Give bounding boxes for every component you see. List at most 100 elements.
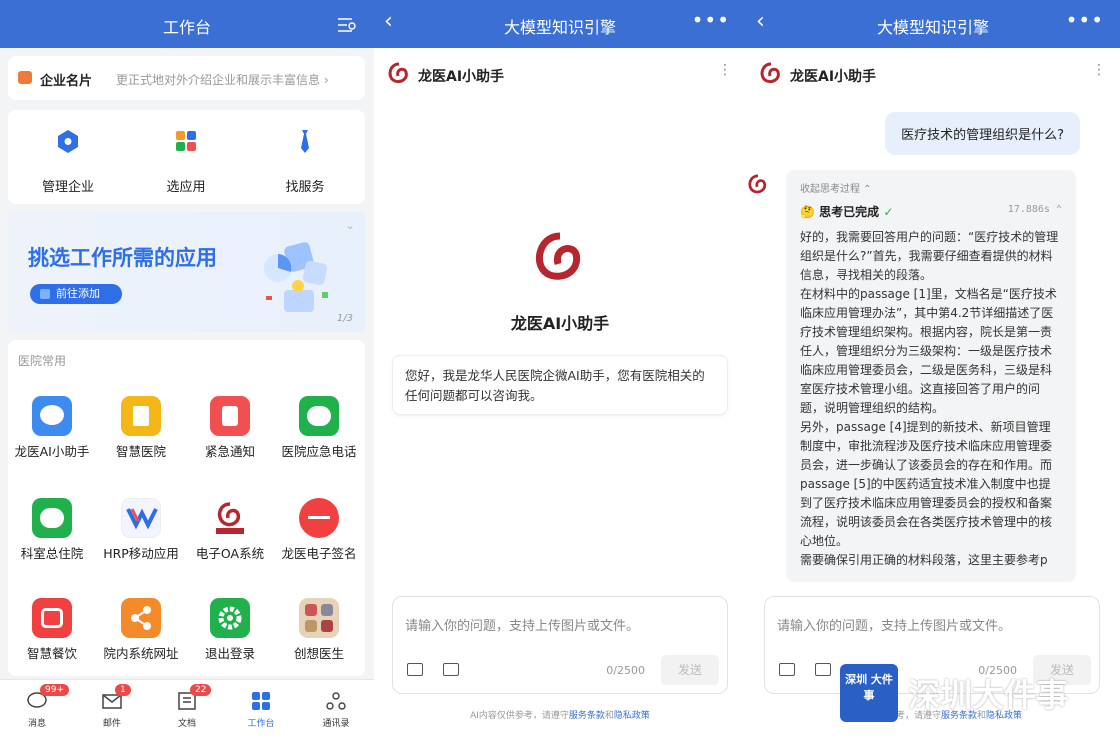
- app-logout[interactable]: 退出登录: [190, 598, 270, 661]
- paragraph: 另外，passage [4]提到的新技术、新项目管理制度中，审批流程涉及医疗技术…: [800, 420, 1053, 548]
- hospital-logo-icon: [760, 62, 780, 83]
- hrp-logo-icon: [121, 498, 161, 538]
- greeting-message: 您好，我是龙华人民医院企微AI助手，您有医院相关的任何问题都可以咨询我。: [392, 355, 728, 415]
- app-ai-assistant[interactable]: 龙医AI小助手: [12, 396, 92, 459]
- badge: 22: [190, 684, 212, 696]
- gear-icon: [210, 598, 250, 638]
- send-button[interactable]: 发送: [661, 655, 719, 685]
- dining-icon: [32, 598, 72, 638]
- top-bar: 工作台: [0, 0, 374, 48]
- page-title: 大模型知识引擎: [876, 18, 989, 37]
- terms-link[interactable]: 服务条款: [569, 711, 605, 721]
- more-icon[interactable]: •••: [1066, 8, 1104, 32]
- id-card-icon: [18, 71, 32, 84]
- top-bar: ‹ 大模型知识引擎 •••: [746, 0, 1120, 48]
- tab-mail[interactable]: 1 邮件: [82, 684, 142, 729]
- hospital-logo-icon: [388, 62, 408, 83]
- image-upload-icon[interactable]: [779, 663, 795, 676]
- app-chuangxiang-doctor[interactable]: 创想医生: [279, 598, 359, 661]
- enterprise-card-desc: 更正式地对外介绍企业和展示丰富信息 ›: [116, 73, 329, 87]
- enterprise-card-row[interactable]: 企业名片 更正式地对外介绍企业和展示丰富信息 ›: [8, 56, 365, 100]
- folder-icon[interactable]: [815, 663, 831, 676]
- app-electronic-oa[interactable]: 电子OA系统: [190, 498, 270, 561]
- thinking-content: 好的，我需要回答用户的问题：“医疗技术的管理组织是什么?”首先，我需要仔细查看提…: [800, 228, 1062, 570]
- page-title: 工作台: [162, 18, 211, 37]
- bot-avatar-icon: [748, 174, 767, 194]
- apps-section-title: 医院常用: [18, 354, 67, 368]
- app-banner[interactable]: ⌄ 挑选工作所需的应用 前往添加 1/3: [8, 212, 365, 332]
- chat-bubble-icon: [32, 396, 72, 436]
- tab-contacts[interactable]: 通讯录: [306, 690, 366, 729]
- apps-icon: [40, 289, 50, 299]
- hexagon-icon: [58, 130, 78, 153]
- bottom-tab-bar: 99+ 消息 1 邮件 22 文档 工作台 通讯录: [0, 679, 374, 743]
- doc-icon: 22: [176, 684, 212, 712]
- tab-messages[interactable]: 99+ 消息: [7, 684, 69, 729]
- bot-name: 龙医AI小助手: [790, 69, 877, 85]
- phone-icon: [32, 498, 72, 538]
- paragraph: 在材料中的passage [1]里，文档名是“医疗技术临床应用管理办法”，其中第…: [800, 287, 1057, 415]
- assistant-welcome-panel: ‹ 大模型知识引擎 ••• 龙医AI小助手 ⋮ 龙医AI小助手 您好，我是龙华人…: [374, 0, 746, 743]
- paragraph: 需要确保引用正确的材料段落，这里主要参考p: [800, 553, 1048, 567]
- tab-workbench[interactable]: 工作台: [231, 690, 291, 729]
- check-circle-icon: ✓: [883, 205, 894, 219]
- more-icon[interactable]: •••: [692, 8, 730, 32]
- app-intranet-links[interactable]: 院内系统网址: [101, 598, 181, 661]
- chat-icon: 99+: [26, 684, 69, 712]
- chat-composer: 请输入你的问题，支持上传图片或文件。 0/2500 发送: [392, 596, 728, 694]
- go-add-button[interactable]: 前往添加: [30, 284, 122, 304]
- thinking-time: 17.886s ⌃: [1007, 204, 1062, 215]
- hospital-icon: [121, 396, 161, 436]
- app-smart-dining[interactable]: 智慧餐饮: [12, 598, 92, 661]
- collapse-thinking-toggle[interactable]: 收起思考过程 ⌃: [800, 180, 1062, 195]
- app-emergency-notice[interactable]: 紧急通知: [190, 396, 270, 459]
- tab-docs[interactable]: 22 文档: [157, 684, 217, 729]
- banner-title: 挑选工作所需的应用: [28, 246, 217, 270]
- workbench-panel: 工作台 企业名片 更正式地对外介绍企业和展示丰富信息 › 管理企业 选应用 找服…: [0, 0, 374, 743]
- doctor-icon: [299, 598, 339, 638]
- bot-header: 龙医AI小助手 ⋮: [374, 52, 746, 94]
- assistant-title: 龙医AI小助手: [510, 314, 610, 333]
- oa-logo-icon: [210, 498, 250, 538]
- alert-icon: [210, 396, 250, 436]
- badge: 99+: [40, 684, 69, 696]
- thinking-emoji-icon: 🤔: [800, 205, 815, 219]
- disclaimer: AI内容仅供参考，请遵守服务条款和隐私政策: [470, 711, 650, 721]
- filter-icon[interactable]: [338, 18, 356, 32]
- paragraph: 好的，我需要回答用户的问题：“医疗技术的管理组织是什么?”首先，我需要仔细查看提…: [800, 230, 1059, 282]
- page-title: 大模型知识引擎: [503, 18, 616, 37]
- app-e-signature[interactable]: 龙医电子签名: [279, 498, 359, 561]
- top-bar: ‹ 大模型知识引擎 •••: [374, 0, 746, 48]
- image-upload-icon[interactable]: [407, 663, 423, 676]
- hospital-logo-large-icon: [536, 232, 581, 280]
- assistant-answer-panel: ‹ 大模型知识引擎 ••• 龙医AI小助手 ⋮ 医疗技术的管理组织是什么? 收起…: [746, 0, 1120, 743]
- app-department-resident[interactable]: 科室总住院: [12, 498, 92, 561]
- bot-name: 龙医AI小助手: [418, 69, 505, 85]
- contacts-icon: [325, 690, 347, 712]
- banner-illustration: [264, 242, 328, 312]
- kebab-menu-icon[interactable]: ⋮: [1092, 62, 1106, 78]
- bot-header: 龙医AI小助手 ⋮: [746, 52, 1120, 94]
- hospital-apps: 医院常用 龙医AI小助手 智慧医院 紧急通知 医院应急电话 科室总住院 HRP移…: [8, 340, 365, 676]
- app-smart-hospital[interactable]: 智慧医院: [101, 396, 181, 459]
- app-hrp-mobile[interactable]: HRP移动应用: [101, 498, 181, 561]
- chat-input[interactable]: 请输入你的问题，支持上传图片或文件。: [405, 615, 639, 634]
- answer-card: 收起思考过程 ⌃ 🤔 思考已完成 ✓ 17.886s ⌃ 好的，我需要回答用户的问…: [786, 170, 1076, 582]
- watermark-text: 深圳大件事: [908, 676, 1069, 714]
- workbench-icon: [250, 690, 272, 712]
- find-service-button[interactable]: 找服务: [265, 128, 345, 195]
- badge: 1: [115, 684, 131, 696]
- privacy-link[interactable]: 隐私政策: [614, 711, 650, 721]
- signature-icon: [299, 498, 339, 538]
- choose-app-button[interactable]: 选应用: [146, 128, 226, 195]
- chat-input[interactable]: 请输入你的问题，支持上传图片或文件。: [777, 615, 1011, 634]
- manage-enterprise-button[interactable]: 管理企业: [28, 128, 108, 195]
- share-icon: [121, 598, 161, 638]
- app-emergency-phone[interactable]: 医院应急电话: [279, 396, 359, 459]
- tie-icon: [301, 130, 309, 153]
- folder-icon[interactable]: [443, 663, 459, 676]
- watermark-badge: 深圳 大件事: [840, 664, 898, 722]
- chevron-down-icon[interactable]: ⌄: [345, 218, 355, 232]
- kebab-menu-icon[interactable]: ⋮: [718, 62, 732, 78]
- mail-icon: 1: [101, 684, 131, 712]
